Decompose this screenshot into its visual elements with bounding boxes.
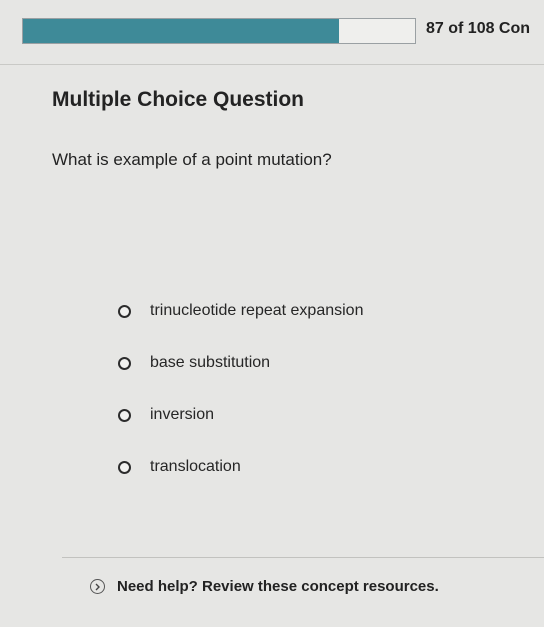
radio-button[interactable] [118, 408, 131, 422]
help-section: Need help? Review these concept resource… [62, 557, 544, 627]
answer-option-inversion[interactable]: inversion [118, 389, 363, 441]
radio-button[interactable] [118, 304, 131, 318]
answer-option-label: translocation [150, 458, 241, 475]
radio-button[interactable] [118, 356, 131, 370]
answer-option-translocation[interactable]: translocation [118, 441, 363, 493]
top-bar: 87 of 108 Con [0, 0, 544, 66]
radio-button[interactable] [118, 460, 131, 474]
concept-resources-link[interactable]: Need help? Review these concept resource… [90, 578, 439, 595]
question-prompt: What is example of a point mutation? [52, 150, 332, 169]
answer-option-trinucleotide-repeat-expansion[interactable]: trinucleotide repeat expansion [118, 285, 363, 337]
progress-bar [22, 18, 416, 44]
progress-bar-fill [23, 19, 339, 43]
help-link-label: Need help? Review these concept resource… [117, 578, 439, 595]
answer-option-label: trinucleotide repeat expansion [150, 302, 364, 319]
answer-option-label: inversion [150, 406, 215, 423]
progress-counter: 87 of 108 Con [426, 20, 531, 37]
answer-option-label: base substitution [150, 354, 271, 371]
answer-option-base-substitution[interactable]: base substitution [118, 337, 363, 389]
chevron-right-circle-icon [90, 579, 105, 594]
header-divider [0, 64, 544, 65]
question-type-title: Multiple Choice Question [52, 88, 305, 111]
answer-options: trinucleotide repeat expansion base subs… [118, 285, 363, 493]
